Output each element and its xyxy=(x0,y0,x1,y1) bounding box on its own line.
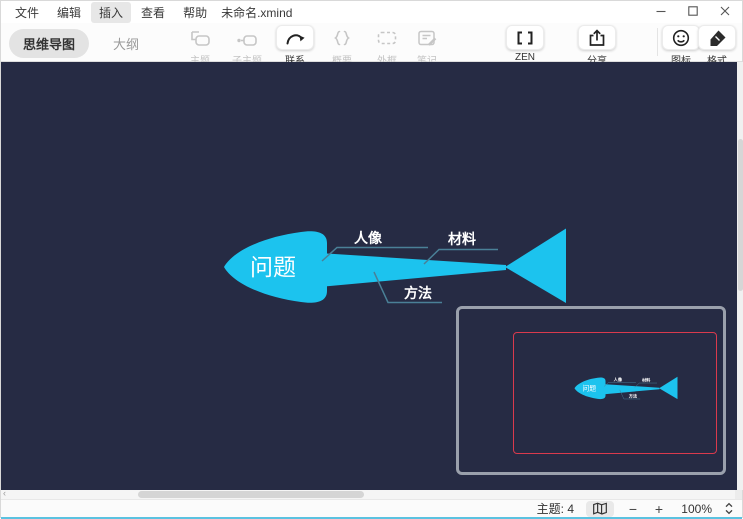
tab-mindmap[interactable]: 思维导图 xyxy=(9,29,89,58)
note-icon xyxy=(408,25,446,50)
menu-insert[interactable]: 插入 xyxy=(91,2,131,23)
tab-outline[interactable]: 大纲 xyxy=(99,29,153,58)
zoom-level: 100% xyxy=(678,502,712,516)
tool-subtopic: 子主题 xyxy=(223,25,271,67)
chevron-up-down-icon xyxy=(724,501,734,516)
menu-bar: 文件 编辑 插入 查看 帮助 未命名.xmind xyxy=(1,1,742,23)
toolbar: 思维导图 大纲 主题 子主题 联系 xyxy=(1,23,742,62)
close-icon[interactable] xyxy=(716,3,734,19)
horizontal-scrollbar-thumb[interactable] xyxy=(138,491,364,498)
tool-topic: 主题 xyxy=(176,25,224,67)
menu-help[interactable]: 帮助 xyxy=(175,2,215,23)
view-tabs: 思维导图 大纲 xyxy=(9,29,153,58)
document-title: 未命名.xmind xyxy=(221,4,292,21)
horizontal-scrollbar[interactable] xyxy=(1,490,737,499)
tool-relationship[interactable]: 联系 xyxy=(271,25,319,67)
menu-file[interactable]: 文件 xyxy=(7,2,47,23)
zoom-in-button[interactable]: + xyxy=(652,502,666,516)
format-paint-icon xyxy=(698,25,736,50)
maximize-icon[interactable] xyxy=(684,3,702,19)
mindmap-canvas[interactable]: 问题 人像 材料 方法 xyxy=(1,62,743,490)
tool-zen-mode[interactable]: ZEN xyxy=(501,25,549,63)
tool-format[interactable]: 格式 xyxy=(693,25,741,67)
scroll-left-icon[interactable]: ‹ xyxy=(3,489,6,498)
menu-view[interactable]: 查看 xyxy=(133,2,173,23)
zen-mode-icon xyxy=(506,25,544,50)
tool-share[interactable]: 分享 xyxy=(573,25,621,67)
boundary-icon xyxy=(368,25,406,50)
relationship-icon xyxy=(276,25,314,50)
minimap-fishbone-thumbnail xyxy=(573,375,679,401)
tool-summary: 概要 xyxy=(318,25,366,67)
overview-toggle-button[interactable] xyxy=(586,501,614,517)
zoom-out-button[interactable]: − xyxy=(626,502,640,516)
vertical-scrollbar-thumb[interactable] xyxy=(738,139,743,291)
subtopic-icon xyxy=(228,25,266,50)
zoom-spinner[interactable] xyxy=(724,501,734,516)
scrollbar-corner xyxy=(735,490,742,499)
map-icon xyxy=(591,501,609,516)
status-bar: 主题: 4 − + 100% xyxy=(1,499,742,517)
window-controls xyxy=(652,3,734,19)
menu-edit[interactable]: 编辑 xyxy=(49,2,89,23)
share-icon xyxy=(578,25,616,50)
summary-icon xyxy=(323,25,361,50)
minimize-icon[interactable] xyxy=(652,3,670,19)
tool-note: 笔记 xyxy=(403,25,451,67)
overview-minimap[interactable] xyxy=(456,306,726,475)
topic-count: 主题: 4 xyxy=(537,500,574,517)
vertical-scrollbar[interactable] xyxy=(737,62,743,490)
topic-icon xyxy=(181,25,219,50)
